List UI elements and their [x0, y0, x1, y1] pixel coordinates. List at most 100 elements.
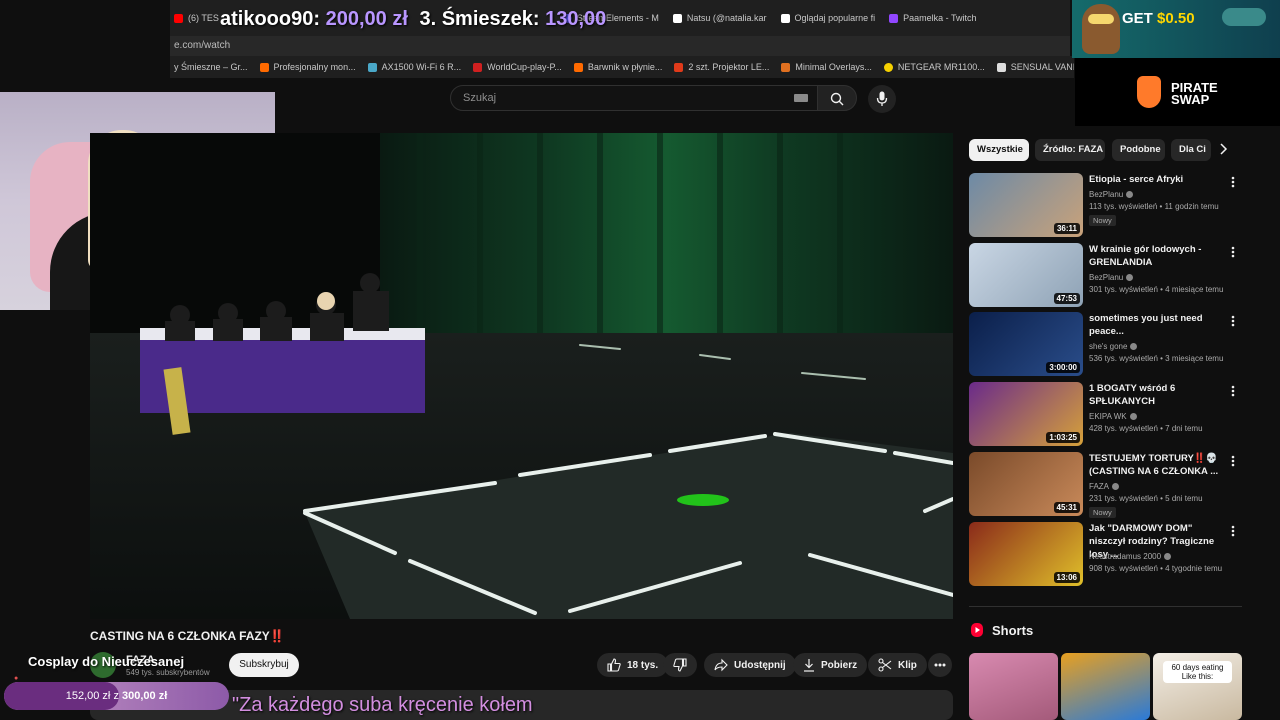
search-button[interactable]	[817, 85, 857, 111]
chip-source[interactable]: Źródło: FAZA	[1035, 139, 1105, 161]
duration-badge: 45:31	[1053, 502, 1080, 513]
recommendation-meta: 908 tys. wyświetleń • 4 tygodnie temu	[1089, 564, 1223, 573]
recommendation-channel[interactable]: BezPlanu	[1089, 190, 1134, 199]
recommendation-channel[interactable]: BezPlanu	[1089, 273, 1134, 282]
bookmark-favicon-icon	[781, 62, 791, 72]
shorts-header: Shorts	[970, 622, 1033, 638]
bookmark-item[interactable]: Minimal Overlays...	[781, 62, 872, 72]
video-thumbnail[interactable]: 13:06	[969, 522, 1083, 586]
bookmark-item[interactable]: y Śmieszne – Gr...	[174, 62, 248, 72]
short-thumbnail[interactable]: 60 days eating Like this:	[1153, 653, 1242, 720]
scissors-icon	[878, 658, 892, 672]
video-thumbnail[interactable]: 36:11	[969, 173, 1083, 237]
subscriber-count: 549 tys. subskrybentów	[126, 668, 210, 677]
bookmarks-bar: y Śmieszne – Gr... Profesjonalny mon... …	[170, 56, 1074, 78]
recommendation-channel[interactable]: FAZA	[1089, 482, 1120, 491]
like-button[interactable]: 18 tys.	[597, 653, 669, 677]
verified-icon	[1126, 274, 1134, 281]
share-button[interactable]: Udostępnij	[704, 653, 796, 677]
recommendation-item[interactable]: 1:03:25 1 BOGATY wśród 6 SPŁUKANYCH EKIPA …	[969, 382, 1249, 448]
more-actions-button[interactable]	[928, 653, 952, 677]
bookmark-item[interactable]: SENSUAL VANILL...	[996, 62, 1074, 72]
duration-badge: 1:03:25	[1046, 432, 1080, 443]
recommendation-title[interactable]: 1 BOGATY wśród 6 SPŁUKANYCH	[1089, 382, 1219, 408]
bookmark-item[interactable]: NETGEAR MR1100...	[883, 62, 985, 72]
recommendation-item[interactable]: 36:11 Etiopia - serce Afryki BezPlanu 113 t…	[969, 173, 1249, 239]
stream-goal-title: Cosplay do Nieuczesanej	[28, 654, 185, 669]
video-thumbnail[interactable]: 1:03:25	[969, 382, 1083, 446]
recommendation-channel[interactable]: Neostradamus 2000	[1089, 552, 1172, 561]
recommendation-channel[interactable]: EKIPA WK	[1089, 412, 1137, 421]
ad-banner[interactable]: GET $0.50	[1072, 0, 1280, 58]
recommendation-meta: 231 tys. wyświetleń • 5 dni temu	[1089, 494, 1203, 503]
browser-tab[interactable]: (6) TES	[174, 13, 219, 23]
download-button[interactable]: Pobierz	[793, 653, 868, 677]
video-player[interactable]	[90, 133, 953, 619]
short-thumbnail[interactable]	[1061, 653, 1150, 720]
chip-all[interactable]: Wszystkie	[969, 139, 1029, 161]
search-icon	[830, 92, 844, 106]
ad-cta-button[interactable]	[1222, 8, 1266, 26]
bookmark-item[interactable]: Profesjonalny mon...	[259, 62, 356, 72]
more-vertical-icon[interactable]	[1231, 175, 1235, 193]
chip-related[interactable]: Podobne	[1112, 139, 1165, 161]
clip-button[interactable]: Klip	[868, 653, 927, 677]
recommendation-channel[interactable]: she's gone	[1089, 342, 1138, 351]
bookmark-favicon-icon	[367, 62, 377, 72]
recommendation-title[interactable]: Etiopia - serce Afryki	[1089, 173, 1219, 186]
keyboard-icon[interactable]	[794, 94, 808, 102]
download-icon	[804, 659, 814, 672]
more-vertical-icon[interactable]	[1231, 245, 1235, 263]
video-thumbnail[interactable]: 3:00:00	[969, 312, 1083, 376]
chip-for-you[interactable]: Dla Ci	[1171, 139, 1211, 161]
recommendation-meta: 536 tys. wyświetleń • 3 miesiące temu	[1089, 354, 1224, 363]
recommendation-item[interactable]: 47:53 W krainie gór lodowych - GRENLANDIA…	[969, 243, 1249, 309]
thumbs-up-icon	[607, 658, 621, 672]
recommendation-title[interactable]: W krainie gór lodowych - GRENLANDIA	[1089, 243, 1219, 269]
browser-tab[interactable]: Natsu (@natalia.kar	[672, 13, 767, 23]
chevron-right-icon[interactable]	[1218, 142, 1228, 161]
short-thumbnail[interactable]	[969, 653, 1058, 720]
more-vertical-icon[interactable]	[1231, 524, 1235, 542]
recommendation-item[interactable]: 45:31 TESTUJEMY TORTURY‼️💀 (CASTING NA 6 …	[969, 452, 1249, 518]
voice-search-button[interactable]	[868, 85, 896, 113]
bookmark-favicon-icon	[883, 62, 893, 72]
new-badge: Nowy	[1089, 507, 1116, 518]
recommendation-title[interactable]: sometimes you just need peace...	[1089, 312, 1219, 338]
duration-badge: 47:53	[1053, 293, 1080, 304]
more-vertical-icon[interactable]	[1231, 384, 1235, 402]
tiktok-favicon-icon	[780, 13, 790, 23]
recommendation-meta: 301 tys. wyświetleń • 4 miesiące temu	[1089, 285, 1224, 294]
shorts-logo-icon	[971, 623, 983, 637]
video-thumbnail[interactable]: 45:31	[969, 452, 1083, 516]
share-icon	[714, 658, 728, 672]
bookmark-item[interactable]: 2 szt. Projektor LE...	[674, 62, 769, 72]
browser-tab[interactable]: Paamelka - Twitch	[889, 13, 976, 23]
more-vertical-icon[interactable]	[1231, 454, 1235, 472]
verified-icon	[1164, 553, 1172, 560]
search-input[interactable]: Szukaj	[450, 85, 818, 111]
short-caption: 60 days eating Like this:	[1163, 661, 1232, 683]
address-bar[interactable]: e.com/watch	[170, 36, 1070, 56]
verified-icon	[1126, 191, 1134, 198]
donation-leaderboard: atikooo90: 200,00 zł 3. Śmieszek: 130,00	[220, 8, 607, 30]
browser-tab[interactable]: Oglądaj popularne fi	[780, 13, 875, 23]
more-horizontal-icon	[934, 663, 946, 667]
stream-ticker: "Za każdego suba kręcenie kołem	[232, 694, 533, 716]
bookmark-item[interactable]: WorldCup-play-P...	[473, 62, 562, 72]
recommendation-meta: 113 tys. wyświetleń • 11 godzin temu	[1089, 202, 1219, 211]
thumbs-down-icon	[673, 658, 687, 672]
verified-icon	[1112, 483, 1120, 490]
video-thumbnail[interactable]: 47:53	[969, 243, 1083, 307]
bookmark-item[interactable]: AX1500 Wi-Fi 6 R...	[367, 62, 461, 72]
bookmark-favicon-icon	[573, 62, 583, 72]
tiktok-favicon-icon	[672, 13, 682, 23]
more-vertical-icon[interactable]	[1231, 314, 1235, 332]
dislike-button[interactable]	[663, 653, 697, 677]
subscribe-button[interactable]: Subskrybuj	[229, 653, 299, 677]
bookmark-item[interactable]: Barwnik w płynie...	[573, 62, 662, 72]
recommendation-item[interactable]: 3:00:00 sometimes you just need peace... s…	[969, 312, 1249, 378]
bookmark-favicon-icon	[674, 62, 684, 72]
recommendation-item[interactable]: 13:06 Jak "DARMOWY DOM" niszczył rodziny?…	[969, 522, 1249, 588]
recommendation-title[interactable]: TESTUJEMY TORTURY‼️💀 (CASTING NA 6 CZŁON…	[1089, 452, 1219, 478]
